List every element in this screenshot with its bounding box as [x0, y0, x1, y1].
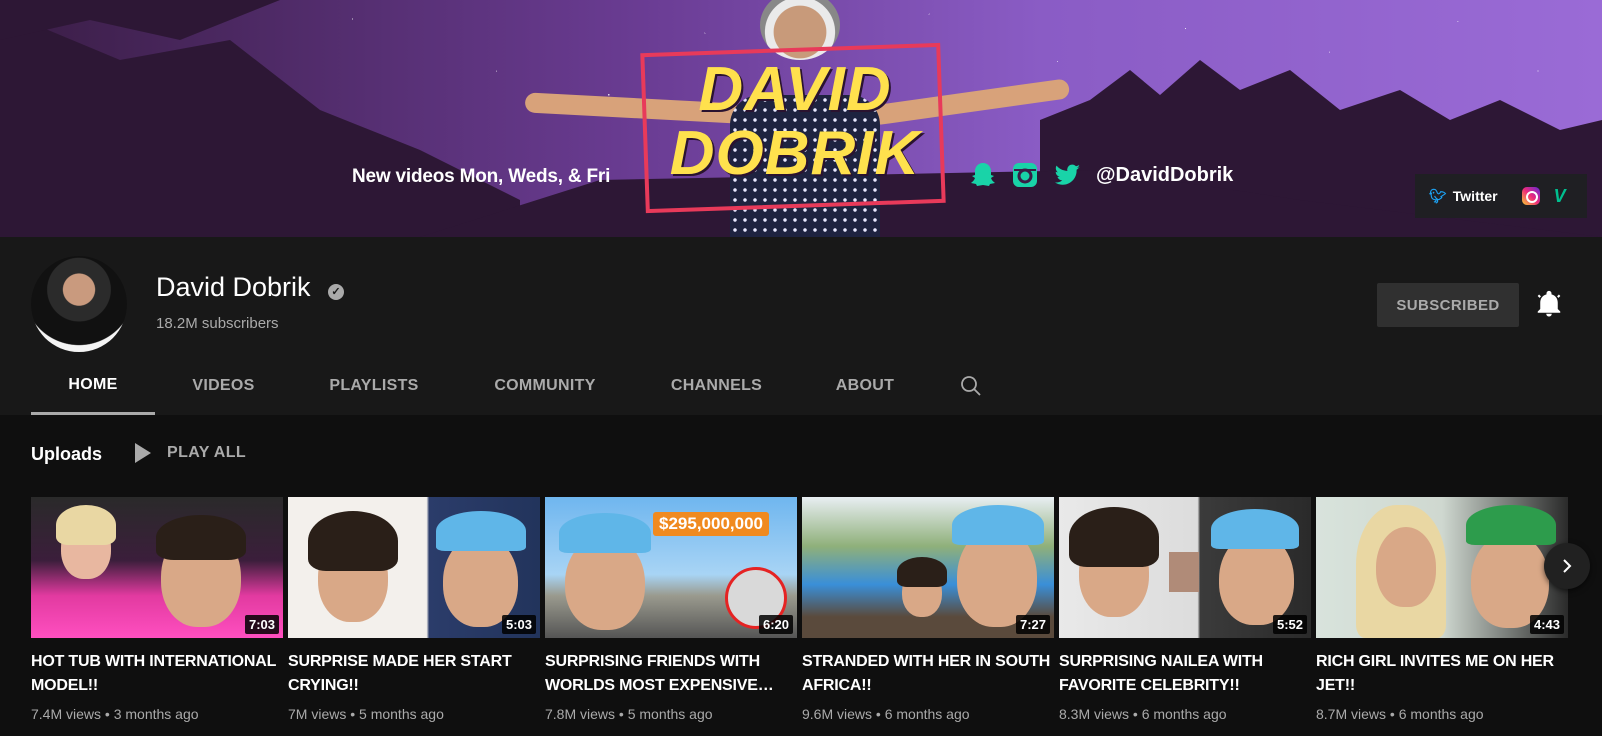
- vine-link-icon[interactable]: V: [1554, 186, 1566, 207]
- video-list: 7:03 HOT TUB WITH INTERNATIONAL MODEL!! …: [31, 497, 1568, 722]
- banner-social: @DavidDobrik: [968, 160, 1233, 190]
- tab-home[interactable]: HOME: [31, 357, 155, 415]
- video-thumbnail[interactable]: 7:27: [802, 497, 1054, 638]
- thumbnail-price-tag: $295,000,000: [653, 512, 769, 536]
- video-duration: 5:03: [501, 615, 536, 634]
- video-duration: 6:20: [758, 615, 793, 634]
- video-item[interactable]: 5:52 SURPRISING NAILEA WITH FAVORITE CEL…: [1059, 497, 1311, 722]
- video-duration: 5:52: [1272, 615, 1307, 634]
- video-item[interactable]: 5:03 SURPRISE MADE HER START CRYING!! 7M…: [288, 497, 540, 722]
- video-duration: 7:27: [1015, 615, 1050, 634]
- twitter-link[interactable]: 🐦︎ Twitter: [1429, 188, 1514, 205]
- video-item[interactable]: 4:43 RICH GIRL INVITES ME ON HER JET!! 8…: [1316, 497, 1568, 722]
- subscribed-button[interactable]: SUBSCRIBED: [1377, 283, 1519, 327]
- video-title[interactable]: SURPRISING NAILEA WITH FAVORITE CELEBRIT…: [1059, 650, 1311, 698]
- shelf-title[interactable]: Uploads: [31, 444, 102, 465]
- video-thumbnail[interactable]: 7:03: [31, 497, 283, 638]
- instagram-icon: [1013, 163, 1037, 187]
- subscriber-count: 18.2M subscribers: [156, 315, 279, 332]
- banner-handle: @DavidDobrik: [1096, 163, 1234, 186]
- banner-tagline: New videos Mon, Weds, & Fri: [352, 166, 611, 187]
- video-title[interactable]: SURPRISING FRIENDS WITH WORLDS MOST EXPE…: [545, 650, 797, 698]
- video-title[interactable]: STRANDED WITH HER IN SOUTH AFRICA!!: [802, 650, 1054, 698]
- play-all-label: PLAY ALL: [167, 444, 247, 461]
- video-title[interactable]: HOT TUB WITH INTERNATIONAL MODEL!!: [31, 650, 283, 698]
- channel-tabs: HOME VIDEOS PLAYLISTS COMMUNITY CHANNELS…: [31, 357, 991, 415]
- shelf-next-button[interactable]: [1544, 543, 1590, 589]
- instagram-link-icon[interactable]: [1521, 187, 1540, 205]
- video-meta: 7M views • 5 months ago: [288, 706, 444, 722]
- video-item[interactable]: 7:03 HOT TUB WITH INTERNATIONAL MODEL!! …: [31, 497, 283, 722]
- tab-about[interactable]: ABOUT: [799, 357, 931, 415]
- tab-playlists[interactable]: PLAYLISTS: [292, 357, 456, 415]
- video-meta: 8.7M views • 6 months ago: [1316, 706, 1484, 722]
- channel-name: David Dobrik: [156, 272, 311, 302]
- play-icon: [135, 443, 151, 463]
- search-icon: [961, 376, 981, 396]
- tab-videos[interactable]: VIDEOS: [155, 357, 292, 415]
- twitter-bird-icon: 🐦︎: [1429, 187, 1447, 204]
- video-title[interactable]: SURPRISE MADE HER START CRYING!!: [288, 650, 540, 698]
- channel-banner: DAVID DOBRIK New videos Mon, Weds, & Fri…: [0, 0, 1602, 237]
- video-meta: 9.6M views • 6 months ago: [802, 706, 970, 722]
- snapchat-icon: [971, 163, 995, 186]
- video-duration: 7:03: [244, 615, 279, 634]
- twitter-icon: [1055, 164, 1080, 185]
- uploads-shelf: Uploads PLAY ALL 7:03 HOT TUB WITH INTER…: [0, 415, 1602, 736]
- tab-community[interactable]: COMMUNITY: [456, 357, 634, 415]
- video-title[interactable]: RICH GIRL INVITES ME ON HER JET!!: [1316, 650, 1568, 698]
- bell-icon[interactable]: [1534, 289, 1564, 319]
- channel-search-button[interactable]: [951, 357, 991, 415]
- video-meta: 7.4M views • 3 months ago: [31, 706, 199, 722]
- channel-header: David Dobrik ✓ 18.2M subscribers SUBSCRI…: [0, 237, 1602, 415]
- banner-logo-line1: DAVID: [698, 55, 892, 124]
- twitter-link-label: Twitter: [1452, 188, 1498, 204]
- video-thumbnail[interactable]: 5:03: [288, 497, 540, 638]
- video-duration: 4:43: [1529, 615, 1564, 634]
- play-all-button[interactable]: PLAY ALL: [135, 443, 246, 463]
- channel-avatar[interactable]: [31, 256, 127, 352]
- video-thumbnail[interactable]: 5:52: [1059, 497, 1311, 638]
- channel-links: 🐦︎ Twitter V: [1415, 174, 1587, 218]
- banner-logo: DAVID DOBRIK: [660, 58, 930, 186]
- verified-check-icon: ✓: [328, 284, 344, 300]
- chevron-right-icon: [1563, 559, 1572, 573]
- video-thumbnail[interactable]: $295,000,000 6:20: [545, 497, 797, 638]
- tab-channels[interactable]: CHANNELS: [634, 357, 799, 415]
- video-meta: 8.3M views • 6 months ago: [1059, 706, 1227, 722]
- video-thumbnail[interactable]: 4:43: [1316, 497, 1568, 638]
- video-item[interactable]: 7:27 STRANDED WITH HER IN SOUTH AFRICA!!…: [802, 497, 1054, 722]
- video-item[interactable]: $295,000,000 6:20 SURPRISING FRIENDS WIT…: [545, 497, 797, 722]
- banner-logo-line2: DOBRIK: [669, 119, 921, 188]
- video-meta: 7.8M views • 5 months ago: [545, 706, 713, 722]
